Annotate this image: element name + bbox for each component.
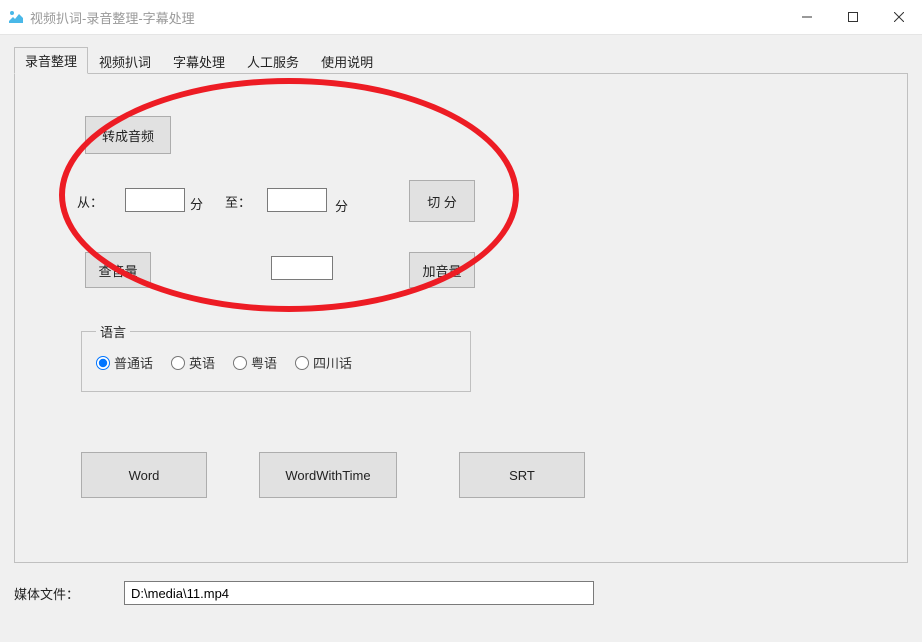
- volume-input[interactable]: [271, 256, 333, 280]
- radio-sichuan-label: 四川话: [313, 353, 352, 372]
- tab-panel-recording: 转成音频 从： 分 至： 分 切 分 查音量 加音量 语言: [14, 73, 908, 563]
- to-unit-label: 分: [335, 196, 348, 215]
- convert-audio-button[interactable]: 转成音频: [85, 116, 171, 154]
- client-area: 录音整理 视频扒词 字幕处理 人工服务 使用说明 转成音频 从： 分 至： 分 …: [0, 35, 922, 642]
- media-file-row: 媒体文件：: [14, 581, 908, 605]
- tab-control: 录音整理 视频扒词 字幕处理 人工服务 使用说明 转成音频 从： 分 至： 分 …: [14, 47, 908, 563]
- window-title: 视频扒词-录音整理-字幕处理: [30, 8, 195, 27]
- add-volume-button[interactable]: 加音量: [409, 252, 475, 288]
- title-bar: 视频扒词-录音整理-字幕处理: [0, 0, 922, 35]
- check-volume-button[interactable]: 查音量: [85, 252, 151, 288]
- export-word-button[interactable]: Word: [81, 452, 207, 498]
- radio-sichuan-input[interactable]: [295, 356, 309, 370]
- close-button[interactable]: [876, 0, 922, 34]
- to-minutes-input[interactable]: [267, 188, 327, 212]
- language-legend: 语言: [96, 322, 130, 341]
- export-srt-button[interactable]: SRT: [459, 452, 585, 498]
- tab-subtitle[interactable]: 字幕处理: [162, 48, 236, 74]
- app-icon: [8, 9, 24, 25]
- language-group: 语言 普通话 英语 粤语: [81, 322, 471, 392]
- radio-mandarin-input[interactable]: [96, 356, 110, 370]
- app-window: 视频扒词-录音整理-字幕处理 录音整理 视频扒词 字幕处理 人工服务 使用说明 …: [0, 0, 922, 641]
- from-label: 从：: [77, 192, 103, 211]
- tab-strip: 录音整理 视频扒词 字幕处理 人工服务 使用说明: [14, 47, 908, 73]
- to-label: 至：: [225, 192, 251, 211]
- radio-cantonese[interactable]: 粤语: [233, 353, 277, 372]
- radio-mandarin-label: 普通话: [114, 353, 153, 372]
- media-file-label: 媒体文件：: [14, 584, 124, 603]
- radio-mandarin[interactable]: 普通话: [96, 353, 153, 372]
- radio-cantonese-label: 粤语: [251, 353, 277, 372]
- minimize-button[interactable]: [784, 0, 830, 34]
- media-file-input[interactable]: [124, 581, 594, 605]
- tab-manual-service[interactable]: 人工服务: [236, 48, 310, 74]
- maximize-button[interactable]: [830, 0, 876, 34]
- tab-instructions[interactable]: 使用说明: [310, 48, 384, 74]
- tab-video-lyrics[interactable]: 视频扒词: [88, 48, 162, 74]
- radio-cantonese-input[interactable]: [233, 356, 247, 370]
- radio-english[interactable]: 英语: [171, 353, 215, 372]
- export-word-with-time-button[interactable]: WordWithTime: [259, 452, 397, 498]
- from-minutes-input[interactable]: [125, 188, 185, 212]
- from-unit-label: 分: [190, 194, 203, 213]
- radio-sichuan[interactable]: 四川话: [295, 353, 352, 372]
- split-button[interactable]: 切 分: [409, 180, 475, 222]
- radio-english-label: 英语: [189, 353, 215, 372]
- tab-recording[interactable]: 录音整理: [14, 47, 88, 74]
- radio-english-input[interactable]: [171, 356, 185, 370]
